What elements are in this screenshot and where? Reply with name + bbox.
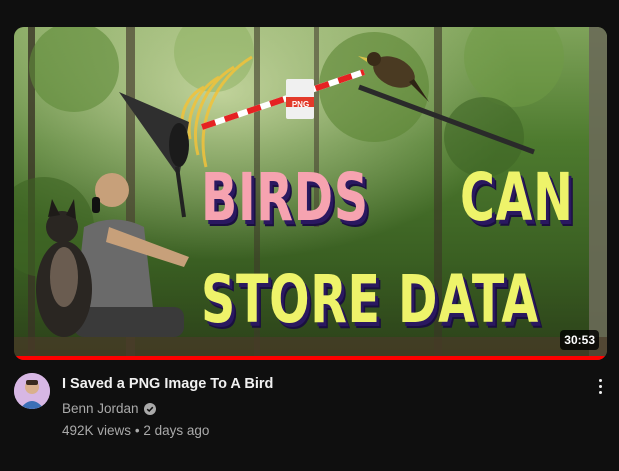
menu-dot — [598, 384, 602, 388]
watch-progress-bar — [14, 356, 607, 360]
video-title[interactable]: I Saved a PNG Image To A Bird — [62, 374, 582, 394]
channel-name[interactable]: Benn Jordan — [62, 400, 139, 418]
video-card[interactable]: BIRDS CAN STORE DATA PNG 30:53 I Saved a… — [0, 0, 619, 471]
menu-dot — [598, 390, 602, 394]
thumbnail-headline-birds: BIRDS — [201, 159, 369, 236]
check-circle-icon — [143, 403, 156, 415]
video-stats: 492K views • 2 days ago — [62, 422, 582, 440]
video-thumbnail[interactable]: BIRDS CAN STORE DATA PNG 30:53 — [14, 27, 607, 360]
more-vert-icon[interactable] — [588, 374, 612, 398]
menu-dot — [598, 378, 602, 382]
stats-separator: • — [134, 423, 140, 438]
upload-age: 2 days ago — [143, 423, 210, 438]
video-metadata: I Saved a PNG Image To A Bird Benn Jorda… — [62, 374, 582, 440]
channel-avatar[interactable] — [14, 373, 50, 409]
duration-badge: 30:53 — [560, 330, 599, 350]
png-badge: PNG — [291, 100, 310, 109]
watch-progress-fill — [14, 356, 607, 360]
avatar-image — [14, 373, 50, 409]
thumbnail-headline-store-data: STORE DATA — [201, 261, 539, 338]
view-count: 492K views — [62, 423, 132, 438]
channel-row: Benn Jordan — [62, 400, 582, 418]
thumbnail-headline-can: CAN — [460, 159, 574, 236]
